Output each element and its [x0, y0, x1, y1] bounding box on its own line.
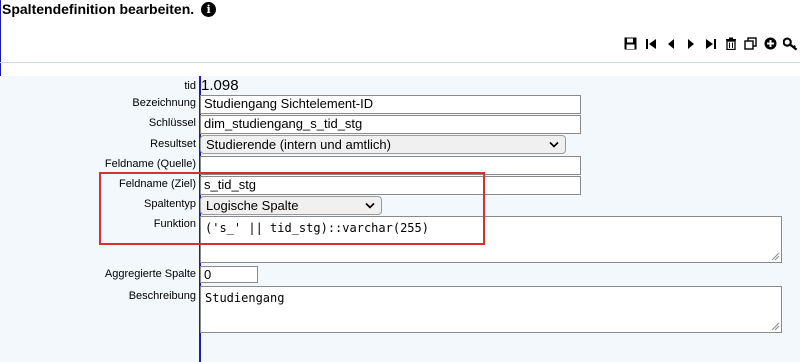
- feldname-quelle-input[interactable]: [200, 156, 581, 175]
- page-title-row: Spaltendefinition bearbeiten. i: [2, 1, 217, 17]
- spaltentyp-selected-value: Logische Spalte: [206, 198, 299, 213]
- bezeichnung-label: Bezeichnung: [132, 97, 196, 109]
- tid-label: tid: [184, 80, 196, 92]
- toolbar-divider: [0, 62, 800, 63]
- beschreibung-textarea[interactable]: Studiengang: [200, 286, 782, 333]
- funktion-label: Funktion: [153, 218, 196, 230]
- resultset-select[interactable]: Studierende (intern und amtlich): [200, 135, 566, 154]
- funktion-textarea[interactable]: ('s_' || tid_stg)::varchar(255): [200, 216, 782, 263]
- chevron-down-icon: [549, 141, 559, 148]
- feldname-ziel-label: Feldname (Ziel): [118, 178, 196, 190]
- resultset-selected-value: Studierende (intern und amtlich): [206, 137, 391, 152]
- spaltentyp-label: Spaltentyp: [144, 198, 196, 210]
- first-record-icon[interactable]: [643, 36, 658, 51]
- beschreibung-label: Beschreibung: [128, 290, 196, 302]
- previous-record-icon[interactable]: [663, 36, 678, 51]
- resultset-label: Resultset: [150, 138, 196, 150]
- last-record-icon[interactable]: [703, 36, 718, 51]
- aggregierte-spalte-label: Aggregierte Spalte: [104, 268, 196, 280]
- feldname-quelle-label: Feldname (Quelle): [104, 158, 196, 170]
- chevron-down-icon: [365, 202, 375, 209]
- beschreibung-text: Studiengang: [205, 291, 285, 305]
- resize-grip-icon[interactable]: [771, 252, 780, 261]
- feldname-ziel-input[interactable]: s_tid_stg: [200, 176, 581, 195]
- page-title: Spaltendefinition bearbeiten.: [2, 1, 195, 17]
- schluessel-input[interactable]: dim_studiengang_s_tid_stg: [200, 115, 581, 134]
- aggregierte-spalte-input[interactable]: 0: [200, 266, 258, 283]
- tid-value: 1.098: [201, 77, 239, 94]
- spaltentyp-select[interactable]: Logische Spalte: [200, 196, 382, 215]
- save-icon[interactable]: [623, 36, 638, 51]
- bezeichnung-input[interactable]: Studiengang Sichtelement-ID: [200, 95, 581, 114]
- resize-grip-icon[interactable]: [771, 322, 780, 331]
- next-record-icon[interactable]: [683, 36, 698, 51]
- record-toolbar: [623, 36, 798, 51]
- copy-icon[interactable]: [743, 36, 758, 51]
- delete-icon[interactable]: [723, 36, 738, 51]
- key-icon[interactable]: [783, 36, 798, 51]
- schluessel-label: Schlüssel: [148, 117, 196, 129]
- info-icon[interactable]: i: [201, 1, 217, 17]
- funktion-text: ('s_' || tid_stg)::varchar(255): [205, 221, 429, 235]
- add-icon[interactable]: [763, 36, 778, 51]
